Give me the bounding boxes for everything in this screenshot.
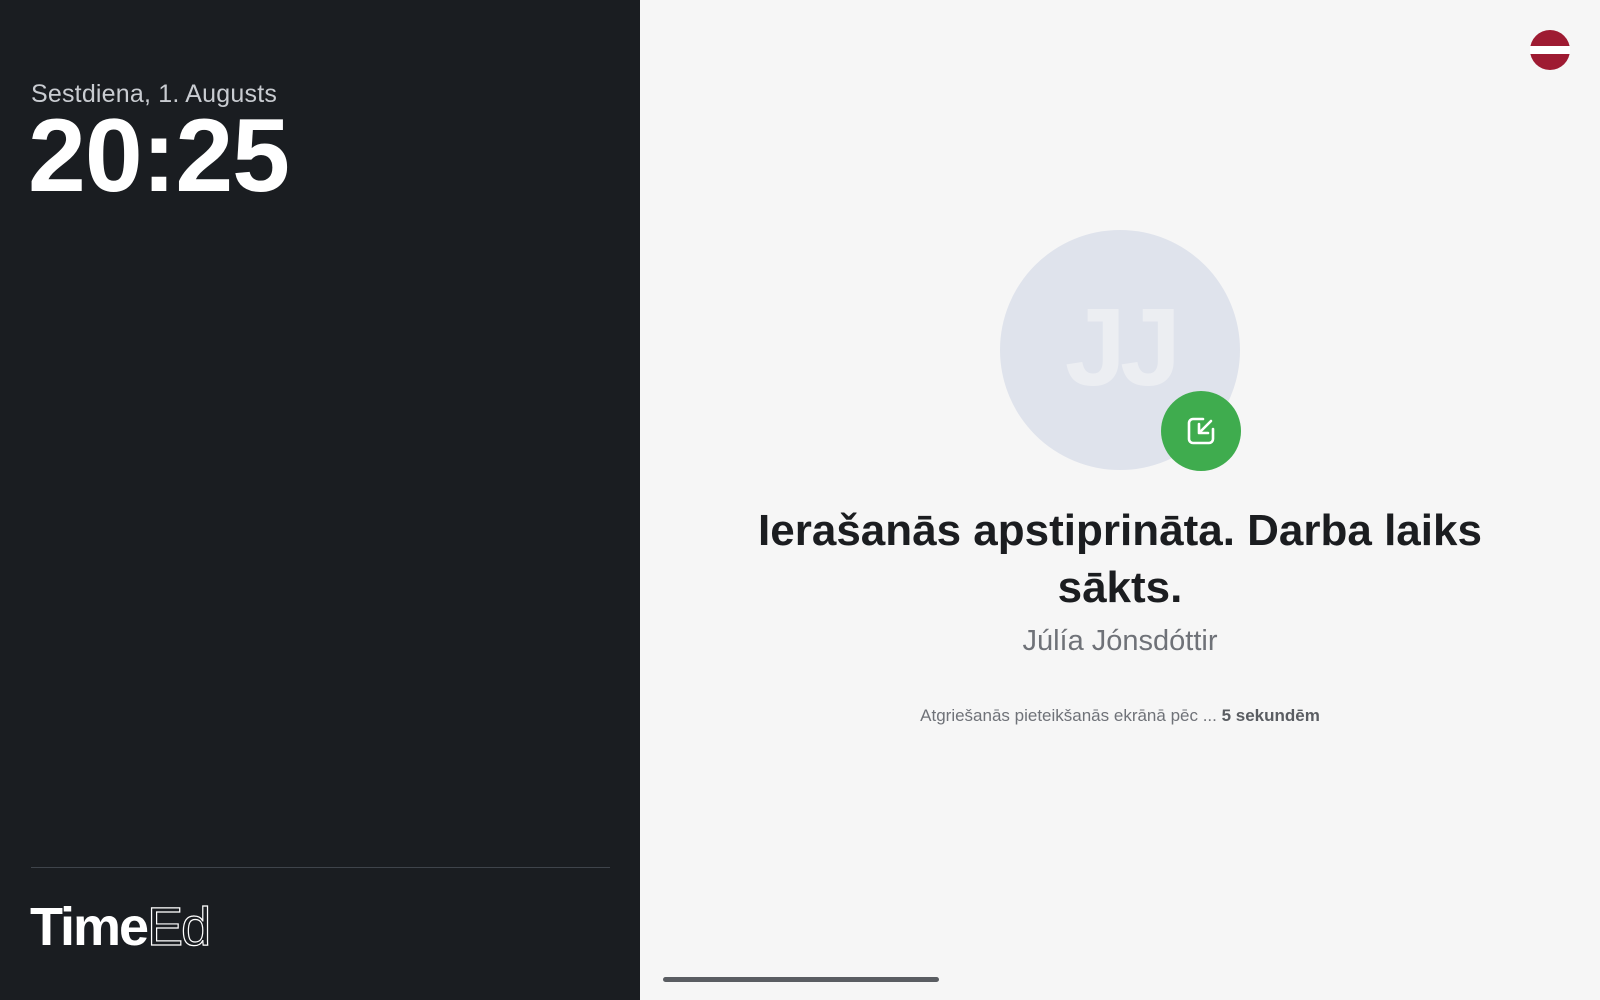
return-countdown: Atgriešanās pieteikšanās ekrānā pēc ... … (720, 706, 1520, 726)
clock-panel: Sestdiena, 1. Augusts 20:25 TimeEd (0, 0, 640, 1000)
confirmation-headline: Ierašanās apstiprināta. Darba laiks sākt… (758, 506, 1482, 612)
avatar-initials: JJ (1064, 285, 1181, 409)
timeed-logo: TimeEd (30, 897, 212, 957)
employee-name: Júlía Jónsdóttir (1022, 625, 1218, 657)
language-flag-button[interactable] (1530, 30, 1570, 70)
countdown-value: 5 sekundēm (1221, 706, 1320, 725)
check-in-badge (1161, 391, 1241, 471)
latvia-flag-icon (1530, 30, 1570, 70)
panel-divider (31, 867, 610, 868)
confirmation-panel: JJ Ierašanās apstiprināta. Darba laiks s… (640, 0, 1600, 1000)
time-label: 20:25 (28, 98, 290, 214)
logo-bold-text: Time (30, 897, 149, 957)
check-in-arrow-icon (1187, 417, 1215, 445)
home-indicator[interactable] (663, 977, 939, 982)
logo-thin-text: Ed (146, 897, 211, 957)
kiosk-screen: Sestdiena, 1. Augusts 20:25 TimeEd JJ Ie… (0, 0, 1600, 1000)
countdown-prefix: Atgriešanās pieteikšanās ekrānā pēc ... (920, 706, 1222, 725)
